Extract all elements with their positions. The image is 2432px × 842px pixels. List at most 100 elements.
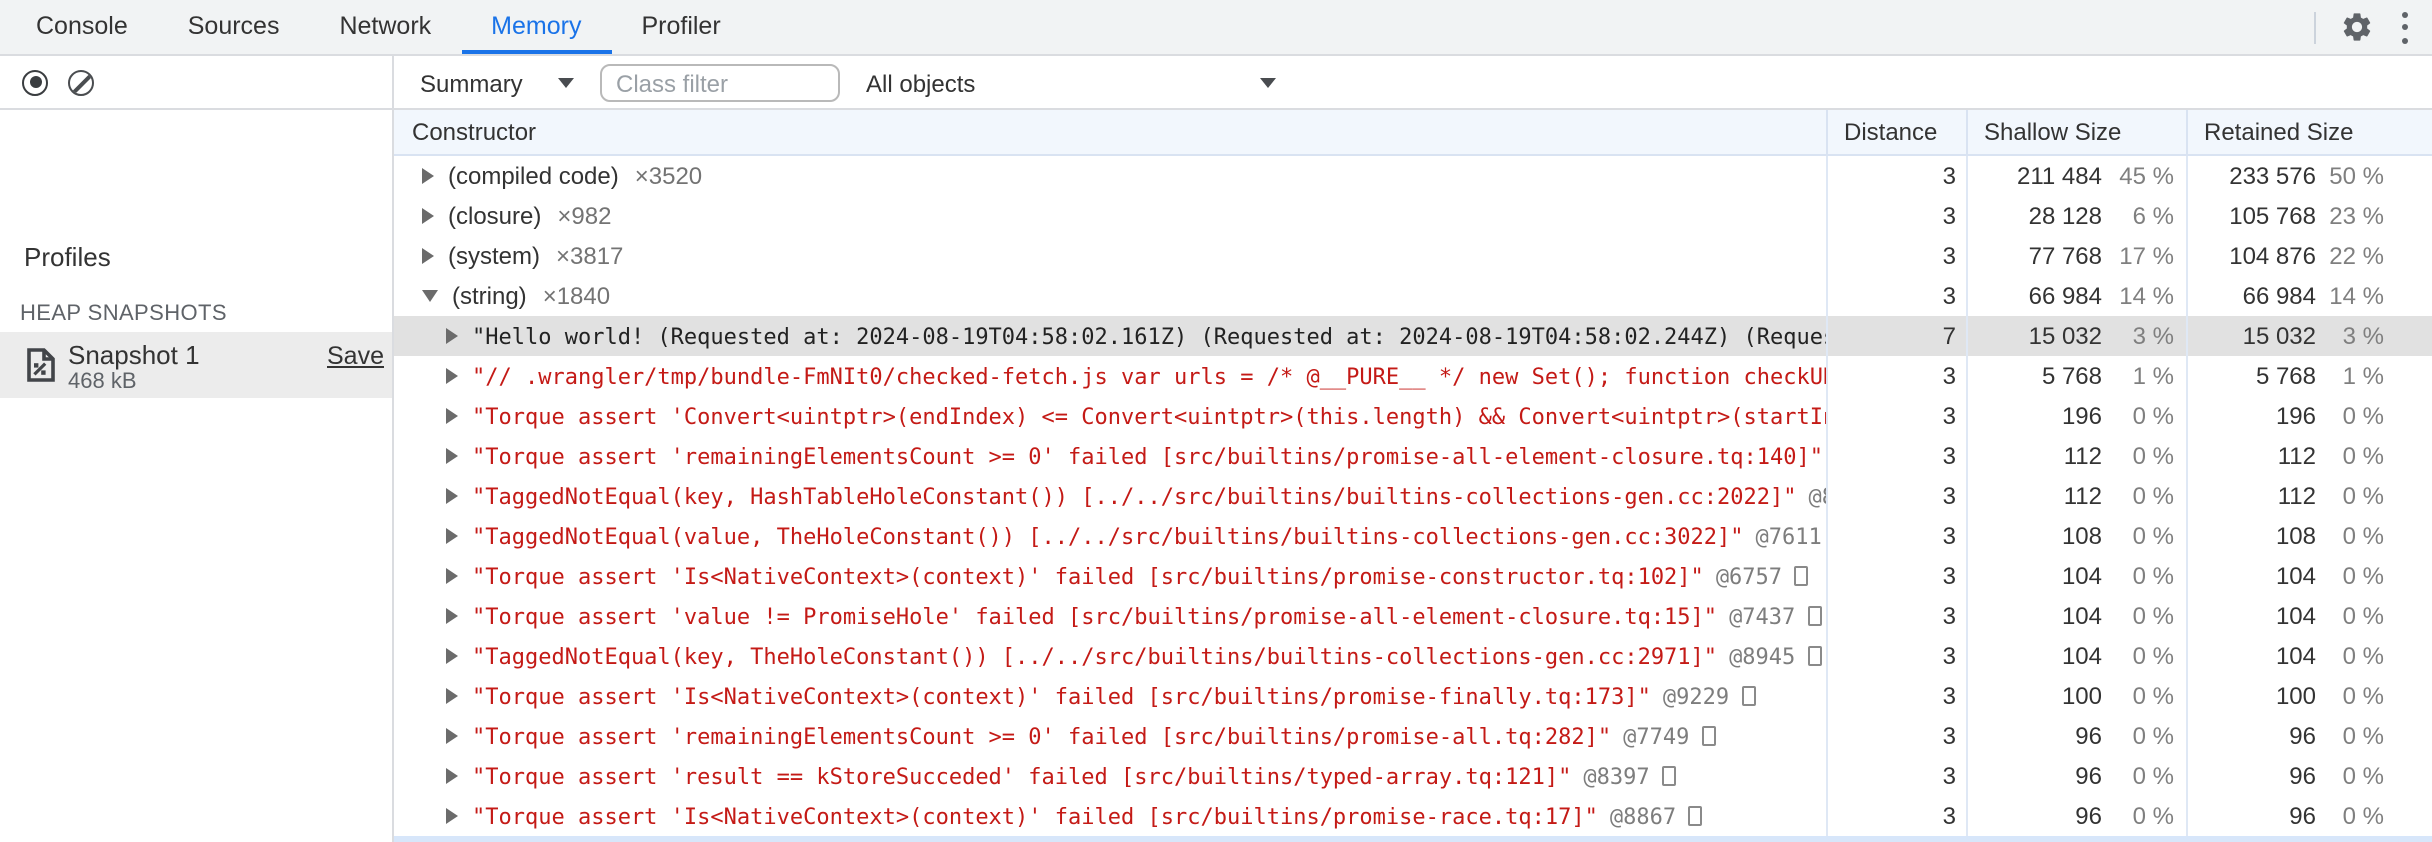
chevron-collapsed-icon[interactable] xyxy=(422,208,434,224)
grid-row[interactable]: (closure) ×982 3 28 128 6 % 105 768 23 % xyxy=(394,196,2432,236)
retained-size-cell: 96 0 % xyxy=(2186,716,2432,756)
size-percent: 0 % xyxy=(2132,562,2174,590)
grid-row[interactable]: (string) ×1840 3 66 984 14 % 66 984 14 % xyxy=(394,276,2432,316)
chevron-collapsed-icon[interactable] xyxy=(446,488,458,504)
perspective-select[interactable]: Summary xyxy=(420,70,523,98)
size-percent: 17 % xyxy=(2119,242,2174,270)
object-link-icon[interactable] xyxy=(1807,646,1822,666)
chevron-collapsed-icon[interactable] xyxy=(446,808,458,824)
grid-row[interactable]: "Torque assert 'Is<NativeContext>(contex… xyxy=(394,796,2432,836)
constructor-cell: "Torque assert 'Is<NativeContext>(contex… xyxy=(394,676,1826,716)
constructor-cell: "Torque assert 'remainingElementsCount >… xyxy=(394,436,1826,476)
profiles-toolbar xyxy=(0,56,394,110)
object-link-icon[interactable] xyxy=(1794,566,1809,586)
column-header-distance[interactable]: Distance xyxy=(1826,110,1966,154)
shallow-size-cell: 28 128 6 % xyxy=(1966,196,2186,236)
size-value: 108 xyxy=(2275,522,2316,550)
size-value: 28 128 xyxy=(2028,202,2102,230)
constructor-cell: "Torque assert 'Is<NativeContext>(contex… xyxy=(394,796,1826,836)
shallow-size-cell: 211 484 45 % xyxy=(1966,156,2186,196)
chevron-expanded-icon[interactable] xyxy=(422,290,438,302)
chevron-collapsed-icon[interactable] xyxy=(446,608,458,624)
object-filter-select[interactable]: All objects xyxy=(866,70,975,98)
grid-row[interactable]: "Torque assert 'Convert<uintptr>(endInde… xyxy=(394,396,2432,436)
distance-cell: 3 xyxy=(1826,516,1966,556)
column-header-shallow-size[interactable]: Shallow Size xyxy=(1966,110,2186,154)
retained-size-cell: 96 0 % xyxy=(2186,756,2432,796)
chevron-collapsed-icon[interactable] xyxy=(446,568,458,584)
settings-gear-icon[interactable] xyxy=(2340,10,2374,44)
grid-row[interactable]: "Torque assert 'remainingElementsCount >… xyxy=(394,436,2432,476)
object-link-icon[interactable] xyxy=(1741,686,1756,706)
chevron-collapsed-icon[interactable] xyxy=(446,648,458,664)
chevron-down-icon[interactable] xyxy=(1260,78,1276,88)
size-percent: 1 % xyxy=(2342,362,2384,390)
chevron-down-icon[interactable] xyxy=(558,78,574,88)
size-value: 108 xyxy=(2061,522,2102,550)
more-options-kebab-icon[interactable] xyxy=(2400,11,2408,43)
grid-row[interactable]: "Torque assert 'Is<NativeContext>(contex… xyxy=(394,556,2432,596)
shallow-size-cell: 66 984 14 % xyxy=(1966,276,2186,316)
class-filter-input[interactable] xyxy=(600,64,840,102)
chevron-collapsed-icon[interactable] xyxy=(446,368,458,384)
object-link-icon[interactable] xyxy=(1661,766,1676,786)
size-value: 104 xyxy=(2275,602,2316,630)
size-value: 112 xyxy=(2063,482,2102,510)
heap-grid-rows: (compiled code) ×3520 3 211 484 45 % 233 576 5… xyxy=(394,156,2432,836)
grid-row[interactable]: "// .wrangler/tmp/bundle-FmNIt0/checked-… xyxy=(394,356,2432,396)
chevron-collapsed-icon[interactable] xyxy=(446,328,458,344)
tab-network[interactable]: Network xyxy=(309,0,461,54)
tab-profiler[interactable]: Profiler xyxy=(611,0,750,54)
retained-size-cell: 233 576 50 % xyxy=(2186,156,2432,196)
size-value: 96 xyxy=(2075,722,2102,750)
grid-row[interactable]: "Torque assert 'value != PromiseHole' fa… xyxy=(394,596,2432,636)
distance-cell: 3 xyxy=(1826,156,1966,196)
instance-count: ×1840 xyxy=(542,282,611,310)
string-value: "Torque assert 'Is<NativeContext>(contex… xyxy=(472,683,1651,709)
grid-row[interactable]: "TaggedNotEqual(key, HashTableHoleConsta… xyxy=(394,476,2432,516)
object-link-icon[interactable] xyxy=(1688,806,1703,826)
chevron-collapsed-icon[interactable] xyxy=(446,728,458,744)
column-header-retained-size[interactable]: Retained Size xyxy=(2186,110,2432,154)
size-value: 211 484 xyxy=(2017,162,2102,190)
tab-memory[interactable]: Memory xyxy=(461,0,612,54)
size-value: 5 768 xyxy=(2255,362,2316,390)
chevron-collapsed-icon[interactable] xyxy=(446,768,458,784)
grid-row[interactable]: "TaggedNotEqual(key, TheHoleConstant()) … xyxy=(394,636,2432,676)
chevron-collapsed-icon[interactable] xyxy=(422,248,434,264)
clear-profiles-icon[interactable] xyxy=(68,69,94,95)
object-link-icon[interactable] xyxy=(1701,726,1716,746)
devtools-memory-panel: Console Sources Network Memory Profiler … xyxy=(0,0,2432,842)
chevron-collapsed-icon[interactable] xyxy=(446,408,458,424)
sidebar-item-snapshot-1[interactable]: Snapshot 1 468 kB Save xyxy=(0,332,392,398)
save-snapshot-link[interactable]: Save xyxy=(327,342,384,370)
object-link-icon[interactable] xyxy=(1807,606,1822,626)
grid-row[interactable]: "Torque assert 'remainingElementsCount >… xyxy=(394,716,2432,756)
size-value: 105 768 xyxy=(2229,202,2316,230)
grid-row[interactable]: (system) ×3817 3 77 768 17 % 104 876 22 % xyxy=(394,236,2432,276)
constructor-cell: "Torque assert 'Convert<uintptr>(endInde… xyxy=(394,396,1826,436)
chevron-collapsed-icon[interactable] xyxy=(422,168,434,184)
shallow-size-cell: 104 0 % xyxy=(1966,636,2186,676)
chevron-collapsed-icon[interactable] xyxy=(446,528,458,544)
tab-console[interactable]: Console xyxy=(6,0,158,54)
chevron-collapsed-icon[interactable] xyxy=(446,688,458,704)
retained-size-cell: 104 876 22 % xyxy=(2186,236,2432,276)
grid-row[interactable]: "Torque assert 'Is<NativeContext>(contex… xyxy=(394,676,2432,716)
string-value: "TaggedNotEqual(key, HashTableHoleConsta… xyxy=(472,483,1797,509)
grid-row[interactable]: "TaggedNotEqual(value, TheHoleConstant()… xyxy=(394,516,2432,556)
chevron-collapsed-icon[interactable] xyxy=(446,448,458,464)
grid-row[interactable]: (compiled code) ×3520 3 211 484 45 % 233 576 5… xyxy=(394,156,2432,196)
retained-size-cell: 196 0 % xyxy=(2186,396,2432,436)
string-value: "Torque assert 'result == kStoreSucceded… xyxy=(472,763,1572,789)
instance-count: ×3817 xyxy=(556,242,624,270)
grid-row[interactable]: "Torque assert 'result == kStoreSucceded… xyxy=(394,756,2432,796)
record-heap-snapshot-icon[interactable] xyxy=(22,69,48,95)
tab-bar-right-controls xyxy=(2314,0,2432,54)
grid-row[interactable]: "Hello world! (Requested at: 2024-08-19T… xyxy=(394,316,2432,356)
constructor-cell: "Torque assert 'Is<NativeContext>(contex… xyxy=(394,556,1826,596)
tab-sources[interactable]: Sources xyxy=(158,0,310,54)
size-percent: 6 % xyxy=(2132,202,2174,230)
column-header-constructor[interactable]: Constructor xyxy=(394,110,1826,154)
size-value: 66 984 xyxy=(2028,282,2102,310)
